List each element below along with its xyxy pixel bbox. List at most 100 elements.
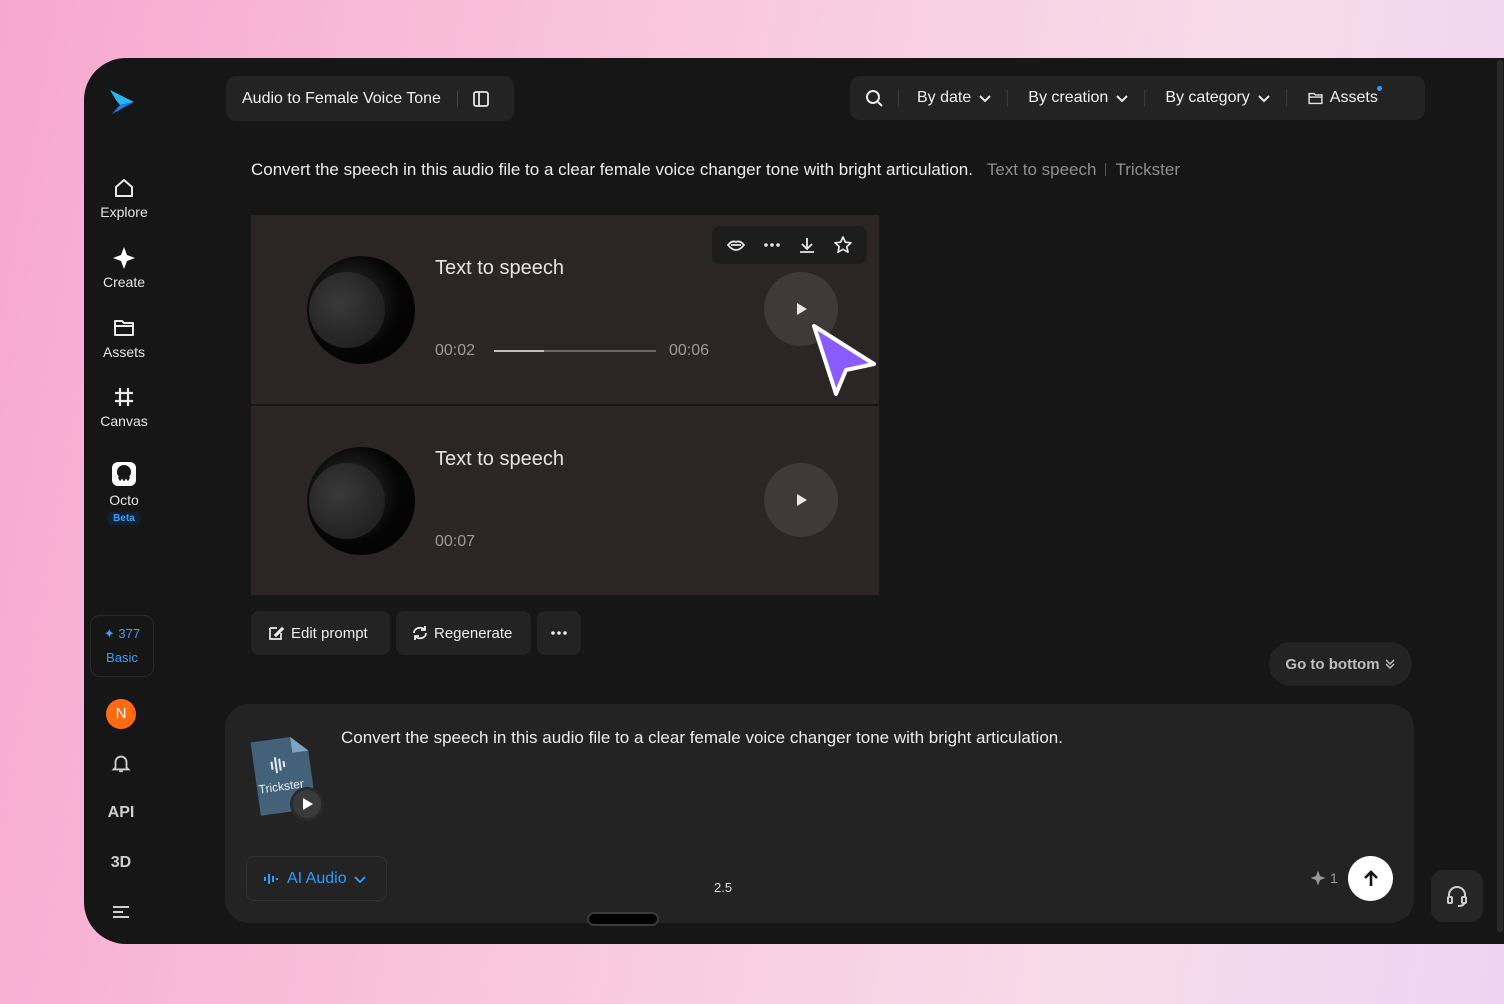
- avatar[interactable]: N: [106, 699, 136, 729]
- model-selector[interactable]: AI Audio: [246, 856, 387, 901]
- go-to-bottom-button[interactable]: Go to bottom: [1269, 642, 1412, 686]
- total-time: 00:06: [669, 342, 710, 359]
- assets-button[interactable]: Assets: [1307, 86, 1382, 107]
- credits-badge[interactable]: ✦ 377 Basic: [90, 615, 154, 677]
- crop-icon: [115, 388, 133, 406]
- sidebar-item-octo[interactable]: Octo Beta: [84, 460, 164, 525]
- divider: [1285, 89, 1287, 107]
- send-button[interactable]: [1348, 856, 1393, 901]
- sidebar-item-create[interactable]: Create: [84, 246, 164, 290]
- menu-icon: [113, 906, 129, 918]
- sidebar-item-label: Assets: [102, 344, 145, 360]
- star-icon[interactable]: [833, 235, 853, 255]
- sparkle-icon: ✦: [103, 626, 115, 641]
- scrollbar-thumb[interactable]: [1497, 60, 1503, 932]
- chevron-down-icon: [1258, 95, 1270, 103]
- assets-label: Assets: [1329, 89, 1378, 106]
- divider: [1105, 163, 1107, 176]
- more-icon[interactable]: [762, 235, 782, 255]
- api-button[interactable]: API: [106, 804, 136, 822]
- play-icon: [797, 494, 807, 506]
- audio-file-attachment[interactable]: Trickster: [249, 730, 329, 826]
- card-toolbar: [712, 226, 867, 264]
- regenerate-label: Regenerate: [434, 624, 513, 642]
- chevron-down-icon: [1116, 95, 1129, 103]
- audio-result-card[interactable]: Text to speech 00:02 00:06: [251, 215, 879, 404]
- double-chevron-down-icon: [1385, 659, 1395, 670]
- support-button[interactable]: [1431, 870, 1483, 922]
- progress-slider[interactable]: [494, 350, 656, 352]
- prompt-tag[interactable]: Trickster: [1115, 160, 1180, 179]
- composer-resize-handle[interactable]: [587, 912, 659, 926]
- app-window: Explore Create Assets Canvas Octo Beta ✦…: [84, 58, 1504, 944]
- chevron-down-icon: [979, 95, 991, 103]
- regenerate-button[interactable]: Regenerate: [396, 611, 531, 655]
- app-logo[interactable]: [106, 86, 138, 118]
- credits-count: 377: [118, 626, 141, 641]
- sidebar-item-assets[interactable]: Assets: [84, 316, 164, 360]
- audio-result-card[interactable]: Text to speech 00:07: [251, 406, 879, 595]
- conversation-title-pill[interactable]: Audio to Female Voice Tone: [226, 76, 514, 121]
- plan-label: Basic: [106, 650, 138, 665]
- folder-icon: [1308, 92, 1323, 104]
- lips-icon[interactable]: [726, 235, 746, 255]
- filter-by-date[interactable]: By date: [917, 89, 993, 107]
- duration: 00:07: [435, 533, 476, 550]
- window-frame: Explore Create Assets Canvas Octo Beta ✦…: [0, 0, 1504, 1004]
- progress-fill: [494, 350, 545, 352]
- edit-icon: [269, 626, 285, 640]
- scrollbar[interactable]: [1496, 58, 1504, 944]
- search-button[interactable]: [864, 88, 884, 108]
- sparkle-icon: [1310, 870, 1326, 886]
- more-icon: [551, 631, 567, 635]
- sidebar-item-explore[interactable]: Explore: [84, 176, 164, 220]
- notification-button[interactable]: [106, 752, 136, 779]
- folder-icon: [114, 320, 134, 336]
- sidebar: Explore Create Assets Canvas Octo Beta ✦…: [84, 58, 164, 944]
- refresh-icon: [413, 626, 427, 640]
- menu-button[interactable]: [106, 904, 136, 925]
- notification-dot: [1376, 86, 1382, 91]
- 3d-button[interactable]: 3D: [106, 854, 136, 872]
- filter-label: By date: [917, 89, 972, 106]
- version-label: 2.5: [714, 880, 733, 895]
- filter-by-category[interactable]: By category: [1165, 89, 1271, 107]
- prompt-summary: Convert the speech in this audio file to…: [251, 160, 1180, 180]
- filter-by-creation[interactable]: By creation: [1028, 89, 1130, 107]
- current-time: 00:02: [435, 342, 476, 359]
- prompt-text: Convert the speech in this audio file to…: [251, 160, 973, 179]
- divider: [456, 90, 458, 107]
- sidebar-item-label: Octo: [109, 492, 139, 508]
- go-to-bottom-label: Go to bottom: [1285, 655, 1380, 673]
- filter-label: By category: [1165, 89, 1250, 106]
- headset-icon: [1447, 886, 1467, 907]
- sidebar-item-label: Canvas: [100, 413, 148, 429]
- card-title: Text to speech: [435, 448, 564, 470]
- conversation-title: Audio to Female Voice Tone: [242, 89, 441, 107]
- cursor-pointer-icon: [812, 324, 876, 396]
- prompt-composer[interactable]: Trickster Convert the speech in this aud…: [225, 704, 1414, 923]
- beta-badge: Beta: [108, 512, 140, 525]
- edit-prompt-button[interactable]: Edit prompt: [251, 611, 390, 655]
- home-icon: [115, 179, 133, 197]
- audio-disc-thumbnail: [307, 447, 415, 555]
- octo-icon: [112, 462, 136, 486]
- sidebar-toggle-icon[interactable]: [472, 90, 490, 108]
- prompt-tag[interactable]: Text to speech: [987, 160, 1097, 179]
- model-label: AI Audio: [287, 869, 347, 887]
- filter-label: By creation: [1028, 89, 1109, 106]
- play-button[interactable]: [764, 463, 838, 537]
- composer-input[interactable]: Convert the speech in this audio file to…: [341, 728, 1063, 748]
- divider: [898, 89, 899, 107]
- more-actions-button[interactable]: [537, 611, 581, 655]
- search-icon: [866, 90, 883, 107]
- audio-disc-thumbnail: [307, 256, 415, 364]
- sidebar-item-canvas[interactable]: Canvas: [84, 385, 164, 429]
- divider: [1007, 89, 1009, 107]
- download-icon[interactable]: [797, 235, 817, 255]
- play-icon: [797, 303, 807, 315]
- sidebar-item-label: Explore: [100, 204, 148, 220]
- edit-prompt-label: Edit prompt: [291, 624, 368, 642]
- card-title: Text to speech: [435, 257, 564, 279]
- audio-wave-icon: [264, 873, 278, 884]
